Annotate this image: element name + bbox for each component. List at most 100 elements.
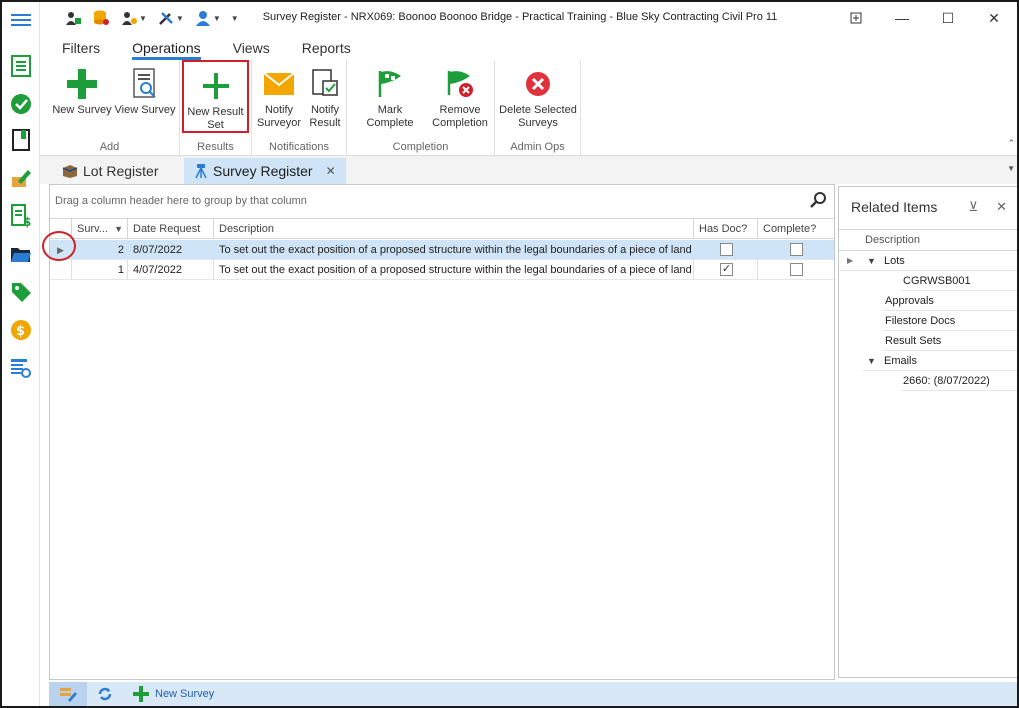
pin-panel-icon[interactable]: ⊻ bbox=[969, 199, 979, 215]
tree-label-result-sets: Result Sets bbox=[885, 335, 942, 347]
title-bar: ▼ ▼ ▼ ▼ Survey Register - NRX069: Boonoo… bbox=[40, 2, 1017, 34]
notify-result-button[interactable]: Notify Result bbox=[306, 66, 344, 130]
book-icon[interactable] bbox=[9, 128, 33, 152]
tab-list-dropdown-icon[interactable]: ▼ bbox=[1007, 164, 1015, 173]
close-panel-icon[interactable]: ✕ bbox=[996, 199, 1007, 215]
tree-collapse-icon[interactable]: ▼ bbox=[867, 351, 876, 371]
user-gear-icon bbox=[122, 12, 137, 25]
doctab-lot-register[interactable]: Lot Register bbox=[52, 158, 168, 184]
pin-icon bbox=[850, 12, 862, 24]
ribbon-group-notifications: Notify Surveyor Notify Result Notificati… bbox=[252, 60, 347, 156]
tree-label-lots: Lots bbox=[884, 255, 905, 267]
complete-checkbox[interactable] bbox=[790, 263, 803, 276]
cell-date-request: 8/07/2022 bbox=[128, 240, 214, 260]
new-result-set-button[interactable]: New Result Set bbox=[182, 60, 249, 133]
delete-selected-surveys-button[interactable]: Delete Selected Surveys bbox=[497, 66, 579, 130]
table-settings-icon[interactable] bbox=[9, 356, 33, 380]
doctab-survey-register[interactable]: Survey Register ✕ bbox=[184, 158, 346, 184]
tree-expand-icon[interactable]: ▶ bbox=[847, 251, 853, 271]
tab-reports[interactable]: Reports bbox=[302, 40, 367, 60]
new-result-set-label-line1: New Result bbox=[187, 106, 244, 118]
app-window: $ $ ▼ ▼ ▼ ▼ Survey Register - NRX069: Bo… bbox=[0, 0, 1019, 708]
tab-operations[interactable]: Operations bbox=[132, 40, 216, 60]
related-items-panel: Related Items ⊻ ✕ Description ▶ ▼ Lots C… bbox=[838, 186, 1017, 678]
ribbon-group-add: New Survey View Survey Add bbox=[40, 60, 180, 156]
ribbon-group-results: New Result Set Results bbox=[180, 60, 252, 156]
close-tab-icon[interactable]: ✕ bbox=[326, 164, 336, 178]
tab-filters[interactable]: Filters bbox=[62, 40, 116, 60]
tree-node-filestore-docs[interactable]: Filestore Docs bbox=[883, 311, 1017, 331]
ribbon-tabs: Filters Operations Views Reports bbox=[40, 34, 1017, 60]
database-icon bbox=[94, 10, 109, 25]
dollar-coin-icon[interactable]: $ bbox=[9, 318, 33, 342]
layout-button[interactable] bbox=[49, 682, 87, 706]
row-indicator bbox=[50, 260, 72, 280]
close-icon: ✕ bbox=[988, 9, 1000, 26]
tree-node-emails[interactable]: ▼ Emails bbox=[863, 351, 1017, 371]
related-items-controls: ⊻ ✕ bbox=[969, 199, 1007, 215]
collapse-ribbon-icon[interactable]: ⌃ bbox=[1007, 138, 1015, 149]
person-icon bbox=[195, 11, 210, 26]
window-controls: — ☐ ✕ bbox=[833, 2, 1017, 34]
quick-database-button[interactable] bbox=[90, 8, 112, 28]
tab-views[interactable]: Views bbox=[233, 40, 286, 60]
column-header-has-doc[interactable]: Has Doc? bbox=[694, 219, 758, 239]
column-header-surv[interactable]: Surv... ▼ bbox=[72, 219, 128, 239]
related-column-description: Description bbox=[865, 234, 921, 246]
quick-tools-dropdown-button[interactable]: ▼ bbox=[155, 8, 186, 28]
refresh-button[interactable] bbox=[87, 682, 123, 706]
maximize-button[interactable]: ☐ bbox=[925, 2, 971, 34]
ribbon-operations: New Survey View Survey Add New Result Se… bbox=[40, 60, 1017, 156]
annotation-circle bbox=[42, 231, 76, 261]
complete-checkbox[interactable] bbox=[790, 243, 803, 256]
column-header-complete[interactable]: Complete? bbox=[758, 219, 834, 239]
checklist-icon[interactable] bbox=[9, 54, 33, 78]
ribbon-group-completion: Mark Complete Remove Completion Completi… bbox=[347, 60, 495, 156]
open-folder-icon[interactable] bbox=[9, 242, 33, 266]
ribbon-group-admin-ops: Delete Selected Surveys Admin Ops bbox=[495, 60, 581, 156]
tree-node-lots[interactable]: ▶ ▼ Lots bbox=[839, 251, 1017, 271]
table-row[interactable]: ▶ 2 8/07/2022 To set out the exact posit… bbox=[50, 240, 834, 260]
new-survey-button[interactable]: New Survey bbox=[52, 66, 112, 117]
table-row[interactable]: 1 4/07/2022 To set out the exact positio… bbox=[50, 260, 834, 280]
quick-access-customize-button[interactable]: ▼ bbox=[229, 8, 241, 28]
quick-user-tools-button[interactable] bbox=[62, 8, 84, 28]
tree-label-emails: Emails bbox=[884, 355, 918, 367]
hamburger-menu-icon[interactable] bbox=[9, 8, 33, 32]
check-circle-icon[interactable] bbox=[9, 92, 33, 116]
pin-ribbon-button[interactable] bbox=[833, 2, 879, 34]
cell-has-doc: ✓ bbox=[694, 260, 758, 280]
minimize-button[interactable]: — bbox=[879, 2, 925, 34]
tree-collapse-icon[interactable]: ▼ bbox=[867, 251, 876, 271]
quick-user-dropdown-button[interactable]: ▼ bbox=[118, 8, 149, 28]
view-survey-button[interactable]: View Survey bbox=[114, 66, 176, 117]
search-icon[interactable] bbox=[810, 191, 828, 212]
close-button[interactable]: ✕ bbox=[971, 2, 1017, 34]
notify-surveyor-label-line1: Notify bbox=[264, 104, 294, 116]
notify-result-label-line1: Notify bbox=[310, 104, 340, 116]
tree-node-approvals[interactable]: Approvals bbox=[883, 291, 1017, 311]
column-header-description[interactable]: Description bbox=[214, 219, 694, 239]
notify-surveyor-button[interactable]: Notify Surveyor bbox=[256, 66, 302, 130]
has-doc-checkbox-checked[interactable]: ✓ bbox=[720, 263, 733, 276]
tree-node-result-sets[interactable]: Result Sets bbox=[883, 331, 1017, 351]
tree-node-lot-child[interactable]: CGRWSB001 bbox=[901, 271, 1017, 291]
group-label-add: Add bbox=[99, 141, 120, 153]
column-header-date-request[interactable]: Date Request bbox=[128, 219, 214, 239]
filter-dropdown-icon[interactable]: ▼ bbox=[114, 219, 123, 239]
remove-completion-button[interactable]: Remove Completion bbox=[429, 66, 491, 130]
group-by-panel[interactable]: Drag a column header here to group by th… bbox=[50, 185, 834, 217]
maximize-icon: ☐ bbox=[941, 9, 955, 26]
new-result-set-label-line2: Set bbox=[207, 119, 224, 131]
pencil-edit-icon[interactable] bbox=[9, 166, 33, 190]
green-plus-icon bbox=[133, 686, 149, 702]
mark-complete-button[interactable]: Mark Complete bbox=[353, 66, 427, 130]
remove-completion-label-line2: Completion bbox=[432, 117, 488, 129]
bottom-toolbar: New Survey bbox=[49, 682, 1017, 706]
quick-person-dropdown-button[interactable]: ▼ bbox=[192, 8, 223, 28]
tag-icon[interactable] bbox=[9, 280, 33, 304]
invoice-dollar-icon[interactable]: $ bbox=[9, 204, 33, 228]
has-doc-checkbox[interactable] bbox=[720, 243, 733, 256]
new-survey-footer-button[interactable]: New Survey bbox=[123, 682, 224, 706]
tree-node-email-child[interactable]: 2660: (8/07/2022) bbox=[901, 371, 1017, 391]
